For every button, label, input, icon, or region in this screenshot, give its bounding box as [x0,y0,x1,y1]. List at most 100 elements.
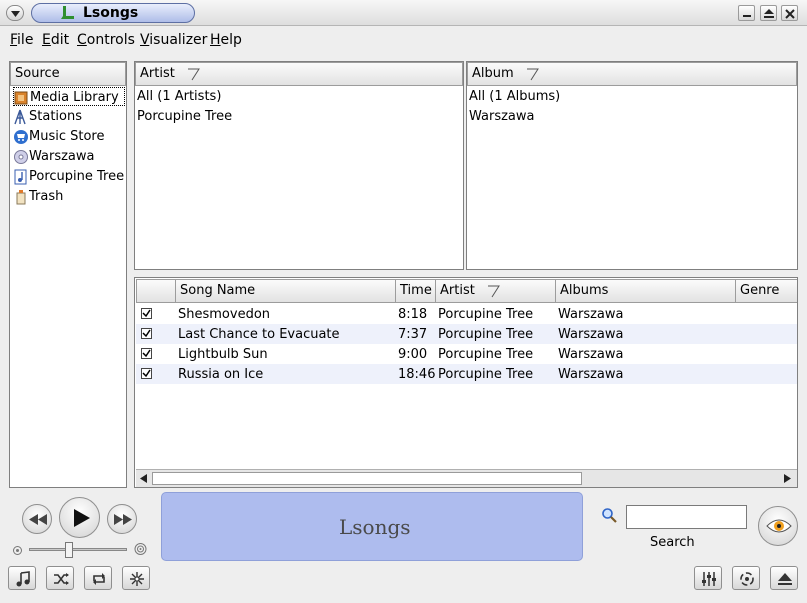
menu-file-label: ile [17,32,34,48]
column-header-artist[interactable]: Artist [435,279,556,303]
repeat-icon [93,573,105,585]
song-artist: Porcupine Tree [438,327,534,342]
song-time: 7:37 [398,327,428,342]
artist-item[interactable]: Porcupine Tree [137,109,232,124]
source-item-label: Media Library [30,90,119,105]
close-icon [785,9,795,19]
search-icon [602,508,617,523]
maximize-button[interactable] [760,5,777,21]
volume-slider[interactable] [29,542,127,558]
album-item[interactable]: Warszawa [469,109,535,124]
menu-file-accel: F [10,32,18,48]
play-button[interactable] [59,497,100,538]
source-item-label: Warszawa [29,149,95,164]
column-header-song-name[interactable]: Song Name [175,279,396,303]
column-header-albums[interactable]: Albums [555,279,736,303]
source-column-header[interactable]: Source [10,62,126,86]
scroll-left-icon[interactable] [140,474,148,483]
song-checkbox[interactable] [141,308,152,319]
pane-splitter[interactable] [129,61,133,488]
eye-icon [766,519,792,533]
menu-file[interactable]: File [10,32,33,48]
table-row[interactable]: Lightbulb Sun 9:00 Porcupine Tree Warsza… [136,344,797,364]
minimize-icon [743,15,751,17]
album-header-label: Album [472,66,514,81]
column-header-checkbox[interactable] [136,279,176,303]
shuffle-icon [54,573,69,585]
window-menu-button[interactable] [6,5,24,21]
song-artist: Porcupine Tree [438,347,534,362]
album-browser: Album All (1 Albums) Warszawa [466,61,798,270]
volume-high-icon [134,543,147,555]
menu-controls[interactable]: Controls [77,32,135,48]
equalizer-button[interactable] [694,566,722,590]
song-name: Last Chance to Evacuate [178,327,340,342]
artist-col-label: Artist [440,283,475,298]
album-item-all[interactable]: All (1 Albums) [469,89,560,104]
table-row[interactable]: Russia on Ice 18:46 Porcupine Tree Warsz… [136,364,797,384]
song-checkbox[interactable] [141,368,152,379]
burn-disc-button[interactable] [122,566,150,590]
sort-indicator-icon [527,68,539,81]
equalizer-icon [702,572,716,586]
lsongs-logo-icon [61,6,74,19]
music-note-icon [14,169,27,185]
eject-icon [778,573,792,585]
volume-low-icon [13,546,22,555]
source-item-label: Trash [29,189,64,204]
horizontal-scrollbar[interactable] [136,469,797,487]
artist-item-all[interactable]: All (1 Artists) [137,89,221,104]
title-bar: Lsongs [0,0,807,26]
play-icon [74,509,90,527]
song-name: Russia on Ice [178,367,264,382]
source-item-media-library[interactable]: Media Library [13,87,125,106]
column-header-genre[interactable]: Genre [735,279,797,303]
trash-icon [16,190,26,205]
table-row[interactable]: Last Chance to Evacuate 7:37 Porcupine T… [136,324,797,344]
minimize-button[interactable] [738,5,755,21]
menu-edit-label: dit [50,32,70,48]
menu-visualizer[interactable]: Visualizer [140,32,207,48]
rewind-icon [29,514,47,525]
chevron-down-icon [11,11,20,17]
close-button[interactable] [781,5,798,21]
scroll-right-icon[interactable] [784,474,792,483]
artist-column-header[interactable]: Artist [135,62,463,86]
artist-browser: Artist All (1 Artists) Porcupine Tree [134,61,464,270]
volume-slider-thumb[interactable] [65,542,74,558]
source-item-label: Music Store [29,129,105,144]
song-checkbox[interactable] [141,328,152,339]
menu-help-accel: H [210,32,221,48]
previous-button[interactable] [22,504,52,534]
visualizer-button[interactable] [758,506,798,546]
menu-visualizer-accel: V [140,32,150,48]
menu-help-label: elp [220,32,242,48]
column-header-time[interactable]: Time [395,279,436,303]
add-song-button[interactable] [8,566,36,590]
antenna-icon [14,109,26,125]
song-time: 18:46 [398,367,436,382]
now-playing-display: Lsongs [161,492,583,561]
song-album: Warszawa [558,347,624,362]
music-note-icon [16,571,30,587]
menu-help[interactable]: Help [210,32,242,48]
logo-text: songs [352,515,411,539]
song-name: Shesmovedon [178,307,271,322]
song-checkbox[interactable] [141,348,152,359]
song-time: 8:18 [398,307,428,322]
source-list: Source Media Library Stations Music Stor… [9,61,127,488]
scrollbar-thumb[interactable] [152,472,582,485]
album-column-header[interactable]: Album [467,62,797,86]
repeat-button[interactable] [84,566,112,590]
table-row[interactable]: Shesmovedon 8:18 Porcupine Tree Warszawa [136,304,797,324]
logo-letter: L [339,515,353,539]
search-input[interactable] [626,505,747,529]
song-time: 9:00 [398,347,428,362]
song-album: Warszawa [558,307,624,322]
song-artist: Porcupine Tree [438,307,534,322]
menu-edit[interactable]: Edit [42,32,69,48]
sync-button[interactable] [732,566,760,590]
eject-button[interactable] [770,566,798,590]
shuffle-button[interactable] [46,566,74,590]
next-button[interactable] [107,504,137,534]
